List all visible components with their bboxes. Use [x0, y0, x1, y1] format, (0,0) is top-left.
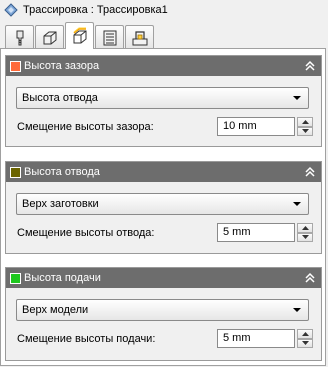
dropdown-value: Верх заготовки: [22, 198, 99, 210]
feed-offset-label: Смещение высоты подачи:: [17, 333, 156, 345]
retract-offset-input[interactable]: 5 mm: [217, 223, 295, 242]
decrement-button[interactable]: [297, 232, 313, 242]
window-title: Трассировка : Трассировка1: [23, 4, 168, 16]
tab-linking[interactable]: [125, 25, 154, 49]
increment-button[interactable]: [297, 223, 313, 233]
chevron-down-icon: [293, 308, 301, 312]
feed-height-group: Высота подачи Верх модели Смещение высот…: [5, 267, 322, 361]
toolpath-icon: [4, 3, 18, 17]
tab-heights[interactable]: [65, 22, 94, 49]
group-header[interactable]: Высота подачи: [6, 268, 321, 288]
passes-icon: [103, 30, 116, 45]
clearance-height-group: Высота зазора Высота отвода Смещение выс…: [5, 55, 322, 147]
title-bar: Трассировка : Трассировка1: [0, 0, 328, 20]
arrow-down-icon: [301, 129, 309, 134]
group-title: Высота подачи: [24, 272, 101, 284]
collapse-icon[interactable]: [304, 165, 316, 179]
chevron-down-icon: [293, 96, 301, 100]
group-title: Высота зазора: [24, 60, 100, 72]
tab-strip: [5, 22, 155, 49]
group-header[interactable]: Высота отвода: [6, 162, 321, 182]
arrow-up-icon: [301, 331, 309, 336]
decrement-button[interactable]: [297, 338, 313, 348]
tab-stock[interactable]: [35, 25, 64, 49]
retract-height-select[interactable]: Верх заготовки: [16, 193, 309, 215]
feed-offset-stepper: 5 mm: [217, 329, 313, 348]
chevron-down-icon: [293, 202, 301, 206]
tab-passes[interactable]: [95, 25, 124, 49]
arrow-down-icon: [301, 235, 309, 240]
increment-button[interactable]: [297, 117, 313, 127]
dropdown-value: Высота отвода: [22, 92, 98, 104]
stock-box-icon: [43, 31, 56, 44]
tab-tool[interactable]: [5, 25, 34, 49]
collapse-icon[interactable]: [304, 59, 316, 73]
retract-height-group: Высота отвода Верх заготовки Смещение вы…: [5, 161, 322, 254]
clearance-offset-stepper: 10 mm: [217, 117, 313, 136]
collapse-icon[interactable]: [304, 271, 316, 285]
clearance-offset-label: Смещение высоты зазора:: [17, 121, 154, 133]
tool-icon: [16, 30, 23, 45]
color-swatch: [10, 166, 21, 178]
linking-icon: [132, 30, 147, 45]
group-title: Высота отвода: [24, 166, 100, 178]
feed-height-select[interactable]: Верх модели: [16, 299, 309, 321]
decrement-button[interactable]: [297, 126, 313, 136]
retract-offset-stepper: 5 mm: [217, 223, 313, 242]
arrow-up-icon: [301, 225, 309, 230]
increment-button[interactable]: [297, 329, 313, 339]
arrow-up-icon: [301, 119, 309, 124]
heights-icon: [73, 27, 86, 44]
feed-offset-input[interactable]: 5 mm: [217, 329, 295, 348]
arrow-down-icon: [301, 341, 309, 346]
clearance-height-select[interactable]: Высота отвода: [16, 87, 309, 109]
retract-offset-label: Смещение высоты отвода:: [17, 227, 155, 239]
color-swatch: [10, 272, 21, 284]
clearance-offset-input[interactable]: 10 mm: [217, 117, 295, 136]
group-header[interactable]: Высота зазора: [6, 56, 321, 76]
dropdown-value: Верх модели: [22, 304, 89, 316]
color-swatch: [10, 60, 21, 72]
